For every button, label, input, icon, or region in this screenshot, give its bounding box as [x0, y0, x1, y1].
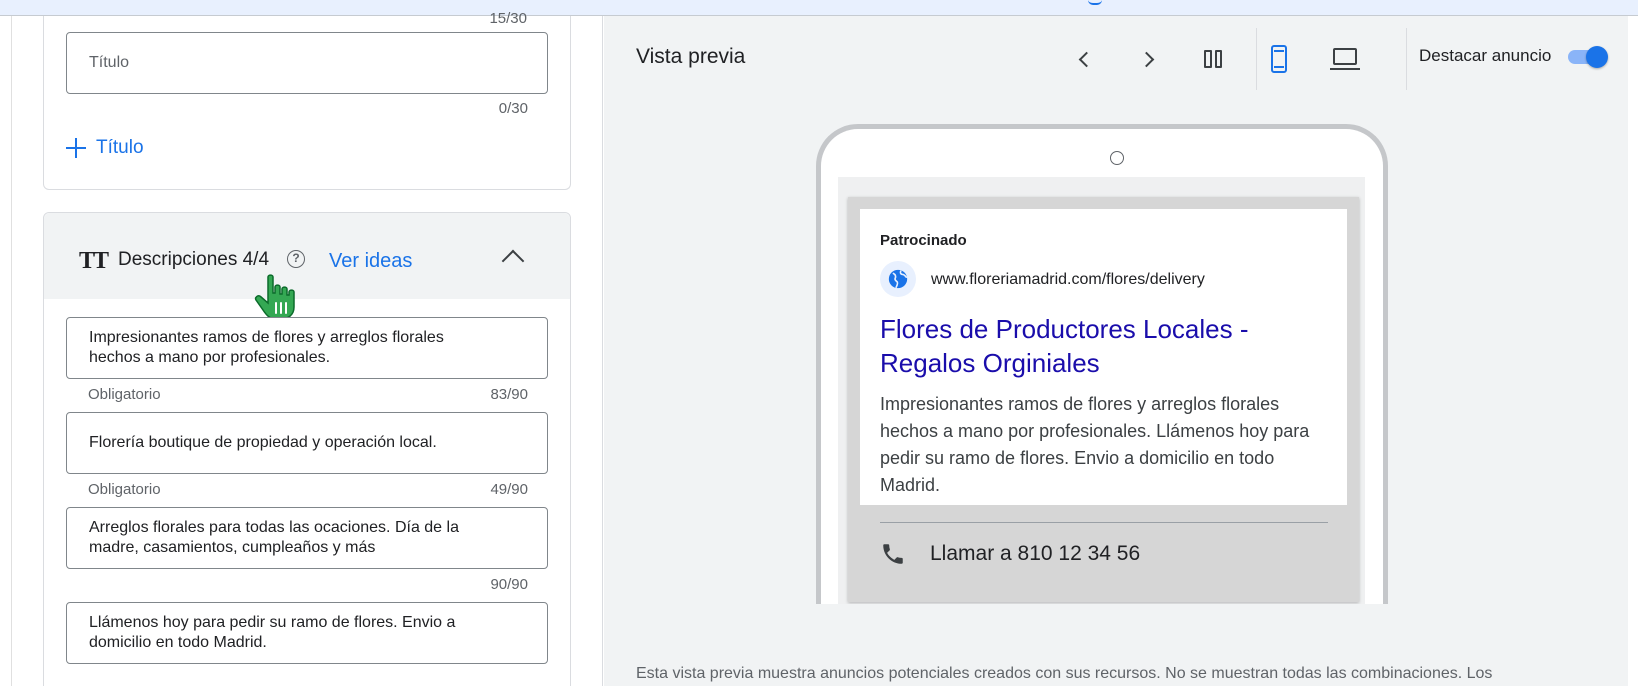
- previous-button[interactable]: [1067, 42, 1101, 76]
- ad-call-extension[interactable]: Llamar a 810 12 34 56: [880, 541, 1140, 567]
- desktop-view-button[interactable]: [1328, 42, 1362, 76]
- destacar-anuncio-toggle[interactable]: [1566, 46, 1608, 68]
- smartphone-icon: [1271, 45, 1287, 73]
- description-input-1[interactable]: Impresionantes ramos de flores y arreglo…: [66, 317, 548, 379]
- ad-preview-card: Patrocinado www.floreriamadrid.com/flore…: [848, 197, 1359, 602]
- description-1-counter: 83/90: [490, 386, 528, 403]
- hand-cursor-icon: [254, 274, 295, 320]
- next-button[interactable]: [1131, 42, 1165, 76]
- description-4-text: Llámenos hoy para pedir su ramo de flore…: [89, 614, 456, 651]
- add-title-button[interactable]: Título: [66, 137, 144, 159]
- titles-card: 15/30 Título 0/30 Título: [43, 10, 571, 190]
- globe-icon: [880, 261, 916, 297]
- banner-indicator: [1088, 0, 1102, 5]
- destacar-anuncio-label: Destacar anuncio: [1419, 46, 1552, 65]
- text-format-icon: TT: [79, 248, 109, 274]
- editor-panel: 15/30 Título 0/30 Título TT Descripcione…: [0, 10, 603, 686]
- chevron-right-icon: [1138, 51, 1154, 67]
- description-2-helper: Obligatorio 49/90: [88, 481, 528, 498]
- preview-panel: Vista previa Destacar anuncio Patrocinad…: [604, 16, 1628, 686]
- descriptions-card: TT Descripciones 4/4 ? Ver ideas Impresi…: [43, 212, 571, 686]
- description-input-4[interactable]: Llámenos hoy para pedir su ramo de flore…: [66, 602, 548, 664]
- previous-field-counter: 15/30: [489, 10, 527, 27]
- toolbar-divider: [1256, 28, 1257, 90]
- laptop-icon: [1330, 48, 1360, 70]
- phone-camera-icon: [1110, 151, 1124, 165]
- preview-footnote: Esta vista previa muestra anuncios poten…: [636, 665, 1493, 682]
- chevron-left-icon: [1078, 51, 1094, 67]
- title-input[interactable]: Título: [66, 32, 548, 94]
- description-3-counter: 90/90: [490, 576, 528, 593]
- add-title-label: Título: [96, 137, 144, 158]
- ad-description: Impresionantes ramos de flores y arreglo…: [880, 394, 1310, 495]
- ad-call-label: Llamar a 810 12 34 56: [930, 542, 1141, 565]
- toolbar-divider: [1406, 28, 1407, 90]
- title-input-counter: 0/30: [498, 100, 528, 117]
- description-input-3[interactable]: Arreglos florales para todas las ocacion…: [66, 507, 548, 569]
- ad-divider: [880, 522, 1328, 523]
- mobile-view-button[interactable]: [1262, 42, 1296, 76]
- description-3-text: Arreglos florales para todas las ocacion…: [89, 519, 459, 556]
- description-1-text: Impresionantes ramos de flores y arreglo…: [89, 329, 444, 366]
- preview-title: Vista previa: [636, 45, 746, 68]
- plus-icon: [66, 138, 86, 158]
- description-1-required: Obligatorio: [88, 386, 161, 403]
- description-2-text: Florería boutique de propiedad y operaci…: [89, 434, 437, 451]
- description-2-counter: 49/90: [490, 481, 528, 498]
- ad-display-url: www.floreriamadrid.com/flores/delivery: [931, 271, 1205, 288]
- help-icon[interactable]: ?: [287, 250, 305, 268]
- ad-headline[interactable]: Flores de Productores Locales - Regalos …: [880, 312, 1320, 380]
- descriptions-title: Descripciones 4/4: [118, 249, 270, 270]
- ver-ideas-link[interactable]: Ver ideas: [329, 250, 412, 273]
- ad-content: Patrocinado www.floreriamadrid.com/flore…: [860, 209, 1347, 505]
- top-banner: [0, 0, 1638, 16]
- phone-screen: Patrocinado www.floreriamadrid.com/flore…: [838, 177, 1365, 604]
- phone-frame: Patrocinado www.floreriamadrid.com/flore…: [816, 124, 1388, 604]
- phone-icon: [883, 544, 903, 564]
- split-view-button[interactable]: [1196, 42, 1230, 76]
- title-input-placeholder: Título: [89, 54, 130, 71]
- description-2-required: Obligatorio: [88, 481, 161, 498]
- description-1-helper: Obligatorio 83/90: [88, 386, 528, 403]
- sponsored-label: Patrocinado: [880, 232, 967, 249]
- description-input-2[interactable]: Florería boutique de propiedad y operaci…: [66, 412, 548, 474]
- columns-icon: [1204, 50, 1222, 68]
